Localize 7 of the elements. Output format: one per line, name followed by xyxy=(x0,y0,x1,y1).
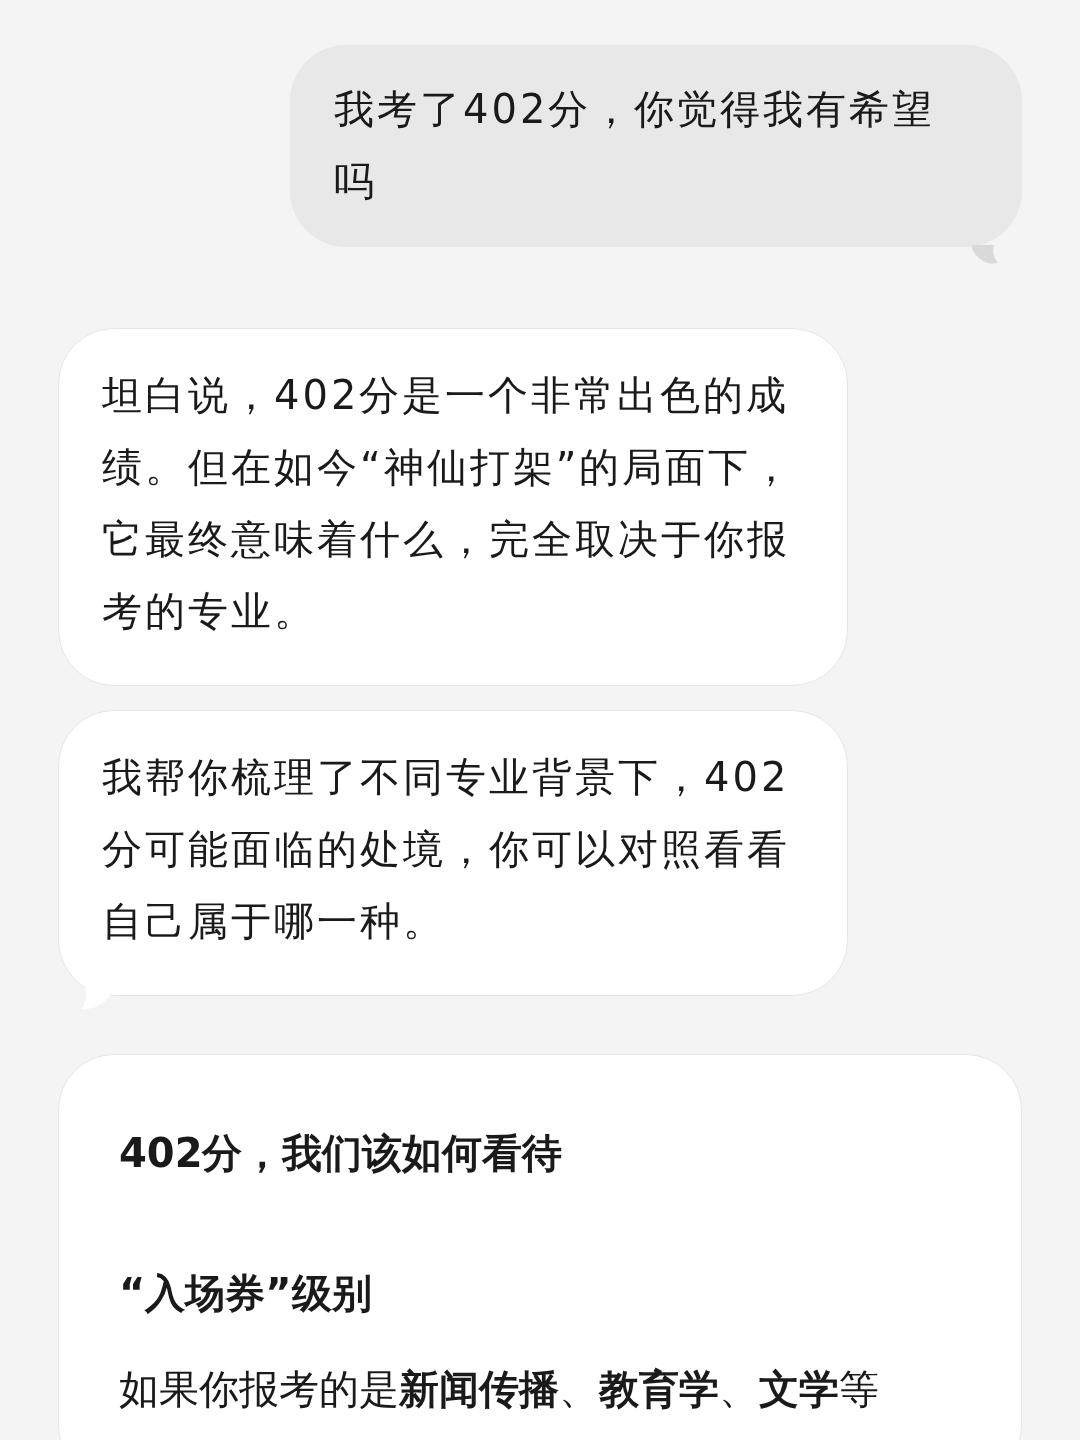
bubble-tail xyxy=(972,245,998,265)
message-text: 我帮你梳理了不同专业背景下，402分可能面临的处境，你可以对照看看自己属于哪一种。 xyxy=(102,753,791,946)
message-text: 坦白说，402分是一个非常出色的成绩。但在如今“神仙打架”的局面下，它最终意味着什么，完全取决于你报考的专业。 xyxy=(102,371,796,636)
card-title: 402分，我们该如何看待 xyxy=(119,1129,564,1178)
section-heading: “入场券”级别 xyxy=(119,1269,373,1318)
section-paragraph: 如果你报考的是新闻传播、教育学、文学等 xyxy=(119,1365,880,1414)
message-text: 我考了402分，你觉得我有希望吗 xyxy=(334,85,937,206)
